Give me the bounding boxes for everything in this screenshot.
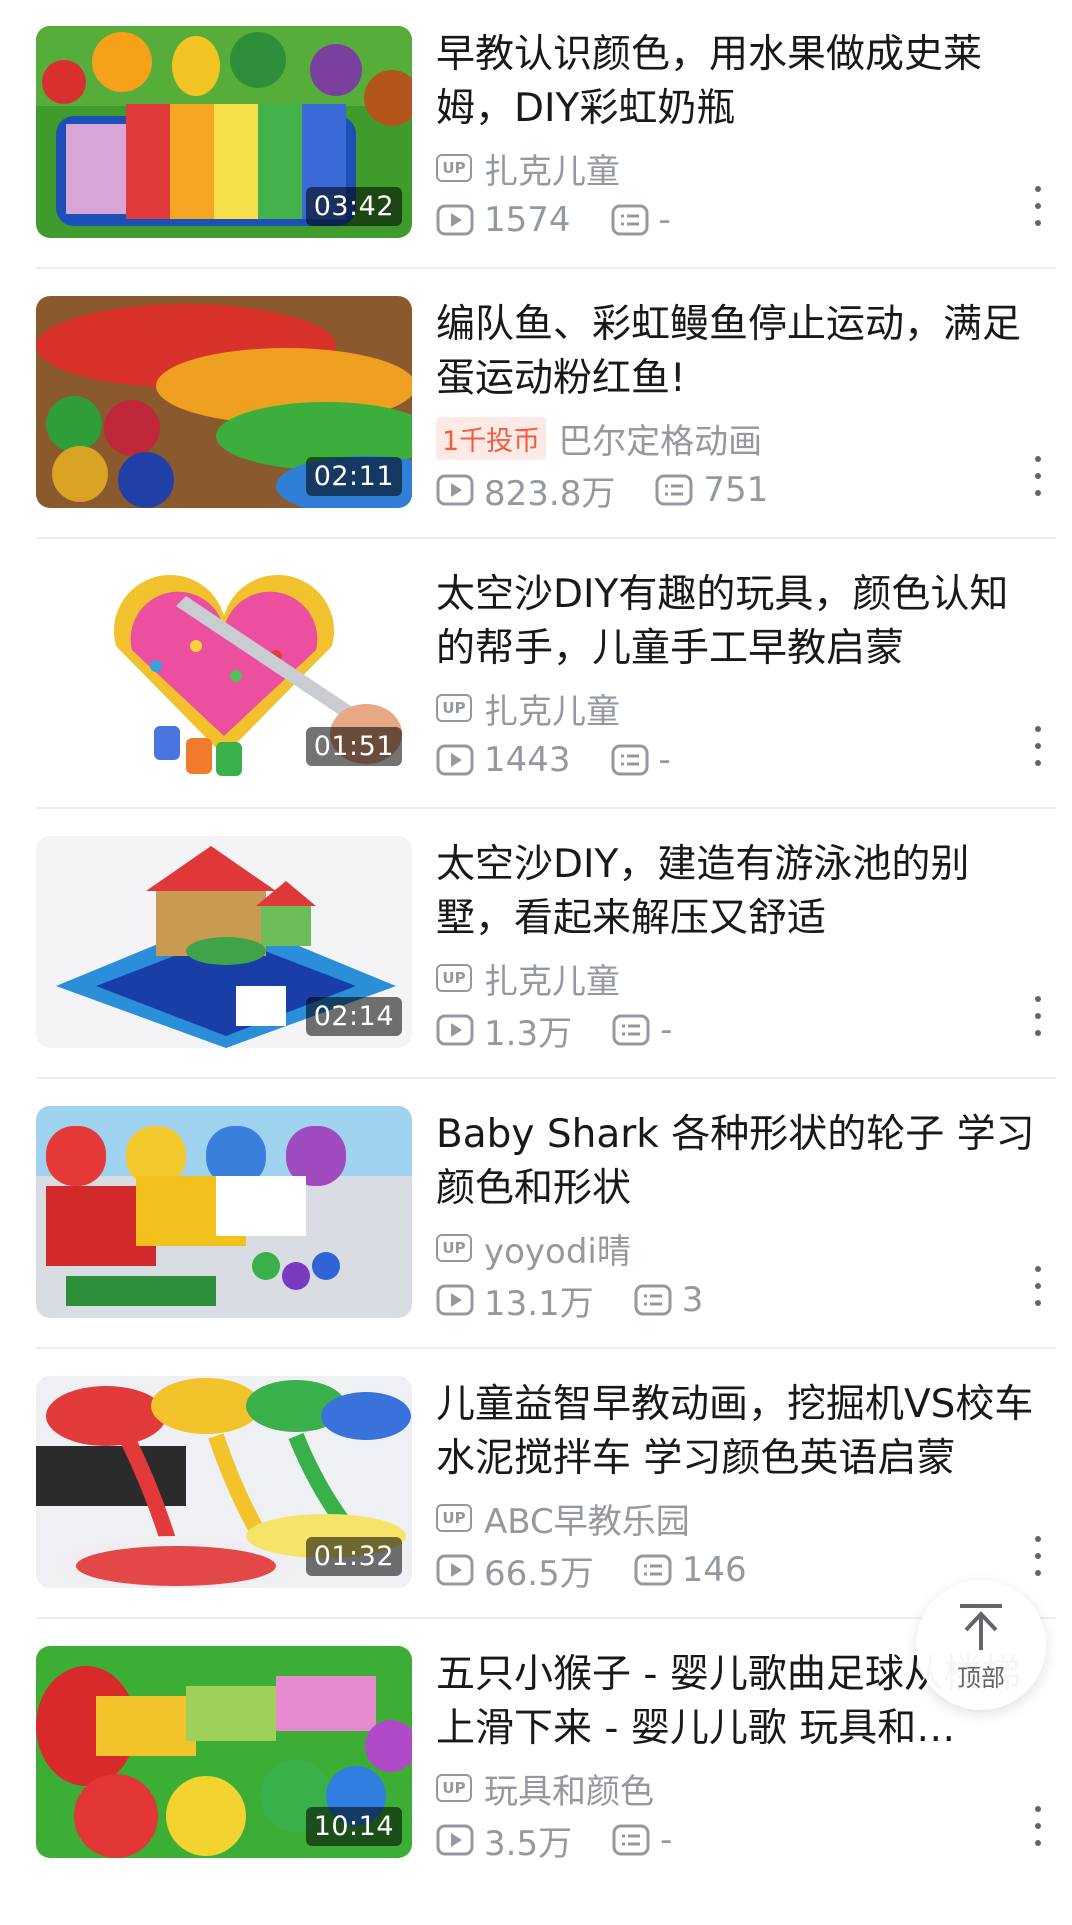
- play-count-icon: [436, 1284, 474, 1316]
- more-options-icon[interactable]: [1028, 1536, 1048, 1576]
- comment-count: 146: [681, 1550, 747, 1590]
- video-card[interactable]: 03:42 早教认识颜色，用水果做成史莱姆，DIY彩虹奶瓶 UP 扎克儿童 15…: [36, 26, 1056, 242]
- stats-row: 823.8万 751: [436, 470, 769, 514]
- up-badge-icon: UP: [436, 1504, 472, 1532]
- comment-count: -: [658, 740, 671, 780]
- video-card[interactable]: Baby Shark 各种形状的轮子 学习颜色和形状 UP yoyodi晴 13…: [36, 1106, 1056, 1324]
- video-thumbnail[interactable]: 02:11: [36, 296, 412, 508]
- comment-count: -: [660, 1820, 673, 1860]
- video-thumbnail[interactable]: 01:51: [36, 566, 412, 778]
- up-badge-icon: UP: [436, 154, 472, 182]
- uploader-name[interactable]: ABC早教乐园: [484, 1494, 690, 1543]
- uploader-row[interactable]: UP 玩具和颜色: [436, 1768, 654, 1812]
- divider: [36, 1617, 1056, 1619]
- divider: [36, 1347, 1056, 1349]
- uploader-name[interactable]: 扎克儿童: [484, 144, 620, 193]
- thumbnail-image: [36, 1106, 412, 1318]
- video-title[interactable]: 太空沙DIY有趣的玩具，颜色认知的帮手，儿童手工早教启蒙: [436, 568, 1036, 676]
- stats-row: 1574 -: [436, 200, 671, 240]
- more-options-icon[interactable]: [1028, 1266, 1048, 1306]
- play-count-icon: [436, 204, 474, 236]
- video-duration: 02:14: [305, 997, 402, 1036]
- divider: [36, 267, 1056, 269]
- uploader-name[interactable]: 扎克儿童: [484, 684, 620, 733]
- more-options-icon[interactable]: [1028, 456, 1048, 496]
- uploader-row[interactable]: UP 扎克儿童: [436, 688, 620, 732]
- uploader-row[interactable]: UP yoyodi晴: [436, 1228, 631, 1272]
- comment-count: 751: [703, 470, 769, 510]
- view-count: 1574: [484, 200, 571, 240]
- uploader-name[interactable]: yoyodi晴: [484, 1224, 631, 1273]
- up-badge-icon: UP: [436, 1234, 472, 1262]
- comment-icon: [611, 744, 649, 776]
- video-title[interactable]: 编队鱼、彩虹鳗鱼停止运动，满足蛋运动粉红鱼!: [436, 298, 1036, 406]
- view-count: 1443: [484, 740, 571, 780]
- view-count: 66.5万: [484, 1553, 594, 1594]
- divider: [36, 807, 1056, 809]
- up-badge-icon: UP: [436, 694, 472, 722]
- comment-icon: [611, 204, 649, 236]
- uploader-name[interactable]: 扎克儿童: [484, 954, 620, 1003]
- video-duration: 02:11: [305, 457, 402, 496]
- video-title[interactable]: 早教认识颜色，用水果做成史莱姆，DIY彩虹奶瓶: [436, 28, 1036, 136]
- play-count-icon: [436, 1824, 474, 1856]
- video-card[interactable]: 10:14 五只小猴子 - 婴儿歌曲足球从楼梯上滑下来 - 婴儿儿歌 玩具和… …: [36, 1646, 1056, 1864]
- stats-row: 3.5万 -: [436, 1820, 673, 1864]
- video-card[interactable]: 02:11 编队鱼、彩虹鳗鱼停止运动，满足蛋运动粉红鱼! 1千投币 巴尔定格动画…: [36, 296, 1056, 514]
- uploader-name[interactable]: 巴尔定格动画: [558, 414, 762, 463]
- up-badge-icon: UP: [436, 964, 472, 992]
- video-thumbnail[interactable]: 02:14: [36, 836, 412, 1048]
- play-count-icon: [436, 1554, 474, 1586]
- more-options-icon[interactable]: [1028, 996, 1048, 1036]
- video-card[interactable]: 01:32 儿童益智早教动画，挖掘机VS校车水泥搅拌车 学习颜色英语启蒙 UP …: [36, 1376, 1056, 1594]
- play-count-icon: [436, 744, 474, 776]
- comment-icon: [612, 1014, 650, 1046]
- view-count: 1.3万: [484, 1013, 573, 1054]
- video-thumbnail[interactable]: 10:14: [36, 1646, 412, 1858]
- more-options-icon[interactable]: [1028, 186, 1048, 226]
- back-to-top-label: 顶部: [957, 1664, 1005, 1692]
- stats-row: 1443 -: [436, 740, 671, 780]
- arrow-up-icon: [960, 1604, 1002, 1650]
- video-thumbnail[interactable]: [36, 1106, 412, 1318]
- divider: [36, 537, 1056, 539]
- video-thumbnail[interactable]: 03:42: [36, 26, 412, 238]
- video-thumbnail[interactable]: 01:32: [36, 1376, 412, 1588]
- view-count: 823.8万: [484, 473, 616, 514]
- more-options-icon[interactable]: [1028, 726, 1048, 766]
- up-badge-icon: UP: [436, 1774, 472, 1802]
- more-options-icon[interactable]: [1028, 1806, 1048, 1846]
- video-duration: 01:32: [305, 1537, 402, 1576]
- coin-badge: 1千投币: [436, 416, 547, 460]
- video-card[interactable]: 01:51 太空沙DIY有趣的玩具，颜色认知的帮手，儿童手工早教启蒙 UP 扎克…: [36, 566, 1056, 782]
- uploader-name[interactable]: 玩具和颜色: [484, 1764, 654, 1813]
- video-duration: 01:51: [305, 727, 402, 766]
- comment-count: -: [660, 1010, 673, 1050]
- video-card[interactable]: 02:14 太空沙DIY，建造有游泳池的别墅，看起来解压又舒适 UP 扎克儿童 …: [36, 836, 1056, 1054]
- comment-icon: [612, 1824, 650, 1856]
- view-count: 3.5万: [484, 1823, 573, 1864]
- stats-row: 66.5万 146: [436, 1550, 747, 1594]
- uploader-row[interactable]: 1千投币 巴尔定格动画: [436, 416, 762, 462]
- uploader-row[interactable]: UP ABC早教乐园: [436, 1498, 690, 1542]
- play-count-icon: [436, 474, 474, 506]
- comment-icon: [634, 1554, 672, 1586]
- video-title[interactable]: 儿童益智早教动画，挖掘机VS校车水泥搅拌车 学习颜色英语启蒙: [436, 1378, 1036, 1486]
- back-to-top-button[interactable]: 顶部: [916, 1580, 1046, 1710]
- play-count-icon: [436, 1014, 474, 1046]
- comment-count: -: [658, 200, 671, 240]
- view-count: 13.1万: [484, 1283, 594, 1324]
- stats-row: 13.1万 3: [436, 1280, 704, 1324]
- divider: [36, 1077, 1056, 1079]
- comment-icon: [655, 474, 693, 506]
- video-title[interactable]: Baby Shark 各种形状的轮子 学习颜色和形状: [436, 1108, 1036, 1216]
- uploader-row[interactable]: UP 扎克儿童: [436, 148, 620, 192]
- comment-icon: [634, 1284, 672, 1316]
- video-title[interactable]: 太空沙DIY，建造有游泳池的别墅，看起来解压又舒适: [436, 838, 1036, 946]
- uploader-row[interactable]: UP 扎克儿童: [436, 958, 620, 1002]
- stats-row: 1.3万 -: [436, 1010, 673, 1054]
- video-duration: 03:42: [305, 187, 402, 226]
- comment-count: 3: [681, 1280, 704, 1320]
- video-duration: 10:14: [305, 1807, 402, 1846]
